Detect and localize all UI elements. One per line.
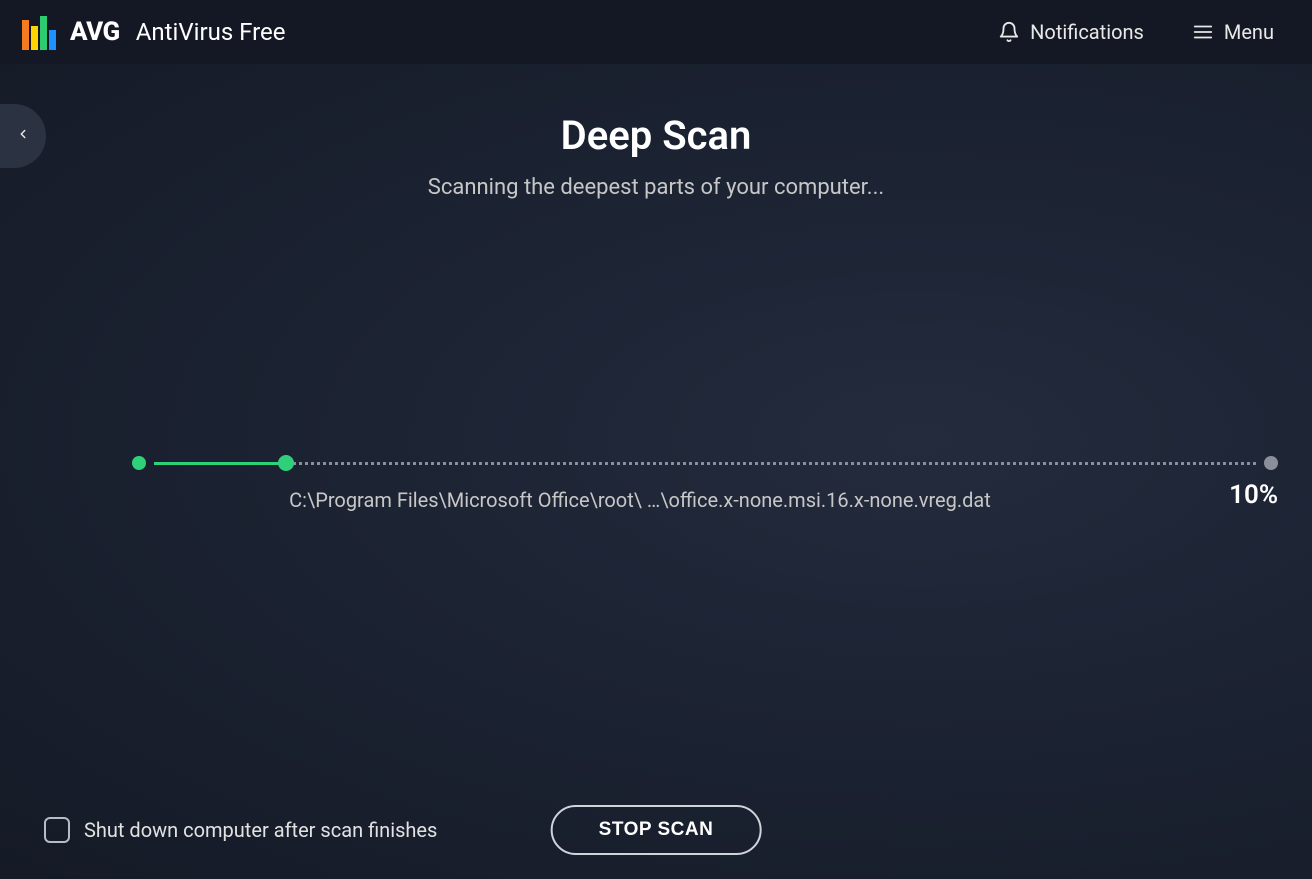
notifications-label: Notifications: [1030, 20, 1144, 44]
bell-icon: [998, 20, 1020, 44]
progress-dotted-rail: [154, 462, 1256, 465]
menu-button[interactable]: Menu: [1182, 14, 1284, 50]
hamburger-icon: [1192, 21, 1214, 43]
progress-track: [132, 456, 1278, 470]
progress-fill: [154, 462, 284, 465]
menu-label: Menu: [1224, 20, 1274, 44]
progress-current-dot: [278, 455, 294, 471]
notifications-button[interactable]: Notifications: [988, 14, 1154, 50]
progress-percent: 10%: [1229, 480, 1278, 510]
product-name: AntiVirus Free: [136, 18, 286, 46]
shutdown-label: Shut down computer after scan finishes: [84, 818, 437, 842]
shutdown-checkbox[interactable]: Shut down computer after scan finishes: [44, 817, 437, 843]
brand-logo: AVG AntiVirus Free: [22, 14, 285, 50]
current-scan-path: C:\Program Files\Microsoft Office\root\ …: [132, 488, 1148, 512]
page-subtitle: Scanning the deepest parts of your compu…: [0, 175, 1312, 200]
progress-area: C:\Program Files\Microsoft Office\root\ …: [132, 456, 1278, 470]
brand-name: AVG: [70, 17, 120, 47]
page-title: Deep Scan: [0, 112, 1312, 159]
checkbox-box-icon: [44, 817, 70, 843]
footer-bar: Shut down computer after scan finishes S…: [0, 817, 1312, 843]
progress-end-dot: [1264, 456, 1278, 470]
avg-flag-icon: [22, 14, 58, 50]
main-content: Deep Scan Scanning the deepest parts of …: [0, 64, 1312, 879]
app-header: AVG AntiVirus Free Notifications Menu: [0, 0, 1312, 64]
progress-start-dot: [132, 456, 146, 470]
stop-scan-button[interactable]: STOP SCAN: [551, 805, 762, 855]
